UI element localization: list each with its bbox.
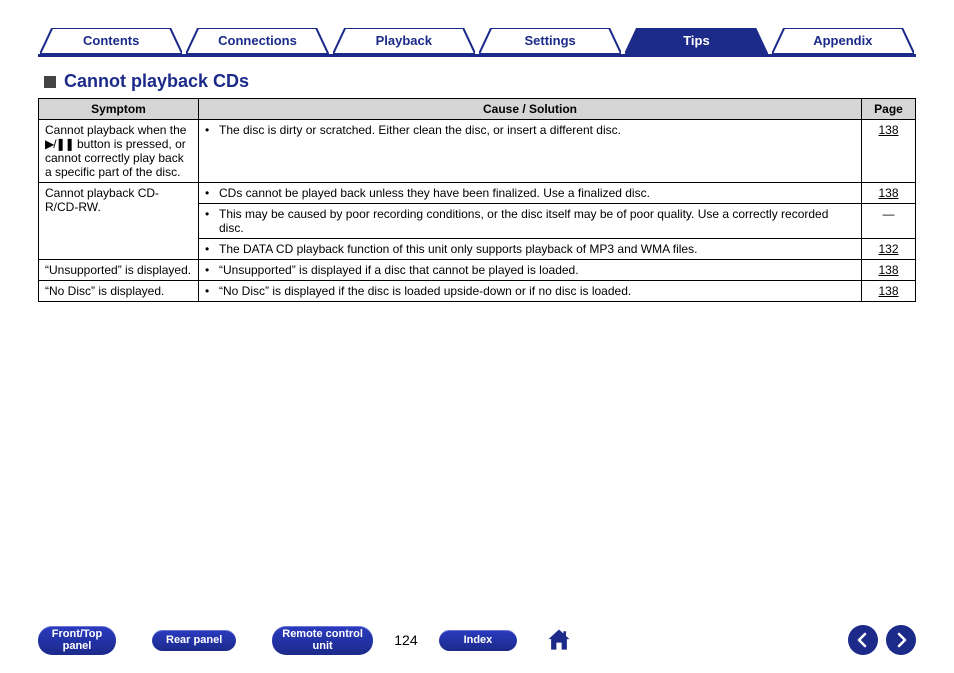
solution-cell: •The disc is dirty or scratched. Either … [199, 120, 862, 183]
troubleshooting-table: Symptom Cause / Solution Page Cannot pla… [38, 98, 916, 302]
page-number: 124 [391, 632, 421, 648]
remote-control-button[interactable]: Remote controlunit [272, 626, 373, 655]
section-heading: Cannot playback CDs [44, 71, 916, 92]
front-top-panel-button[interactable]: Front/Toppanel [38, 626, 116, 655]
next-page-button[interactable] [886, 625, 916, 655]
page-ref-cell: 138 [862, 281, 916, 302]
page-ref-cell: 138 [862, 120, 916, 183]
rear-panel-button[interactable]: Rear panel [152, 630, 236, 651]
tab-settings[interactable]: Settings [479, 28, 621, 54]
page-link[interactable]: 138 [878, 263, 898, 277]
tab-label: Playback [376, 33, 432, 48]
home-icon[interactable] [545, 626, 573, 654]
page-ref-cell: 132 [862, 239, 916, 260]
table-row: “No Disc” is displayed.•“No Disc” is dis… [39, 281, 916, 302]
page-link[interactable]: 132 [878, 242, 898, 256]
table-row: “Unsupported” is displayed.•“Unsupported… [39, 260, 916, 281]
tab-label: Appendix [813, 33, 872, 48]
index-button[interactable]: Index [439, 630, 517, 651]
table-row: Cannot playback when the ▶/❚❚ button is … [39, 120, 916, 183]
solution-cell: •The DATA CD playback function of this u… [199, 239, 862, 260]
tab-label: Connections [218, 33, 297, 48]
tab-label: Contents [83, 33, 139, 48]
tab-label: Tips [683, 33, 710, 48]
heading-text: Cannot playback CDs [64, 71, 249, 92]
page-ref-cell: — [862, 204, 916, 239]
tab-playback[interactable]: Playback [333, 28, 475, 54]
tab-tips[interactable]: Tips [625, 28, 767, 54]
page-ref-cell: 138 [862, 183, 916, 204]
th-symptom: Symptom [39, 99, 199, 120]
table-row: Cannot playback CD-R/CD-RW.•CDs cannot b… [39, 183, 916, 204]
th-cause: Cause / Solution [199, 99, 862, 120]
symptom-cell: Cannot playback when the ▶/❚❚ button is … [39, 120, 199, 183]
th-page: Page [862, 99, 916, 120]
prev-page-button[interactable] [848, 625, 878, 655]
page-ref-cell: 138 [862, 260, 916, 281]
solution-cell: •“No Disc” is displayed if the disc is l… [199, 281, 862, 302]
page-link[interactable]: 138 [878, 186, 898, 200]
solution-cell: •This may be caused by poor recording co… [199, 204, 862, 239]
solution-cell: •“Unsupported” is displayed if a disc th… [199, 260, 862, 281]
symptom-cell: “Unsupported” is displayed. [39, 260, 199, 281]
page-link[interactable]: 138 [878, 123, 898, 137]
page-link[interactable]: 138 [878, 284, 898, 298]
play-pause-icon: ▶/❚❚ [45, 137, 74, 151]
tab-contents[interactable]: Contents [40, 28, 182, 54]
square-bullet-icon [44, 76, 56, 88]
solution-cell: •CDs cannot be played back unless they h… [199, 183, 862, 204]
bottom-bar: Front/Toppanel Rear panel Remote control… [0, 625, 954, 655]
symptom-cell: Cannot playback CD-R/CD-RW. [39, 183, 199, 260]
tab-label: Settings [525, 33, 576, 48]
tab-appendix[interactable]: Appendix [772, 28, 914, 54]
top-tabs: Contents Connections Playback Settings Tips A… [38, 28, 916, 57]
symptom-cell: “No Disc” is displayed. [39, 281, 199, 302]
tab-connections[interactable]: Connections [186, 28, 328, 54]
